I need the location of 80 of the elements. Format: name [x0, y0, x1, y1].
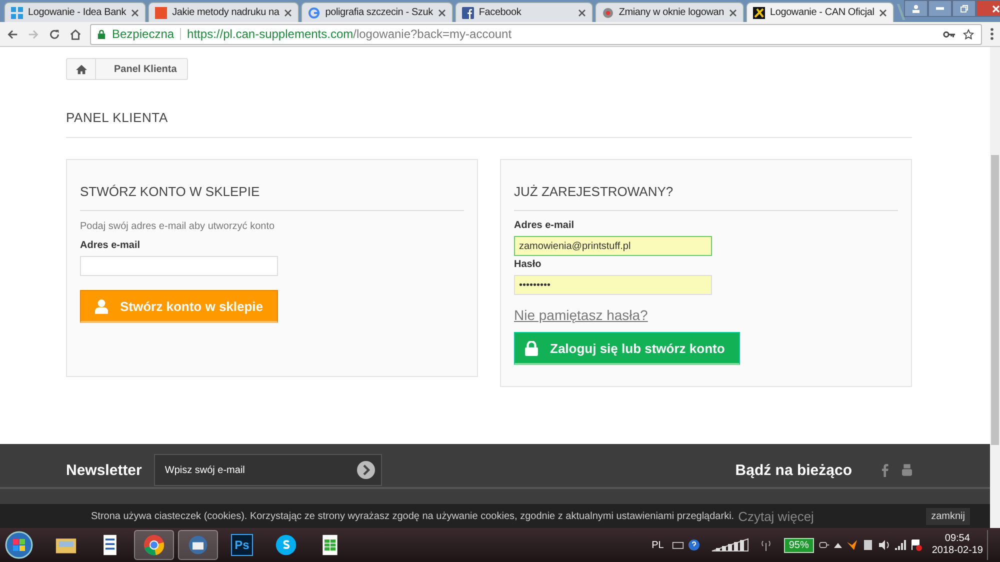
google-icon — [308, 6, 320, 18]
close-icon[interactable] — [728, 8, 737, 16]
reload-icon[interactable] — [48, 28, 61, 40]
date-text: 2018-02-19 — [932, 545, 983, 557]
cookie-text: Strona używa ciasteczek (cookies). Korzystając ze strony wyrażasz zgodę na używanie cookies, zgodnie z aktualnymi ustawieniami przeglądarki. — [91, 510, 734, 522]
clock[interactable]: 09:54 2018-02-19 — [932, 533, 983, 557]
caret-icon[interactable] — [834, 542, 842, 548]
taskbar-app[interactable]: Ps — [222, 530, 262, 560]
minimize-icon — [936, 7, 944, 10]
skype-icon — [275, 534, 297, 556]
restore-button[interactable] — [952, 0, 976, 17]
minimize-button[interactable] — [928, 0, 952, 17]
security-label: Bezpieczna — [112, 27, 174, 41]
browser-tab[interactable]: Zmiany w oknie logowan — [594, 2, 744, 22]
field-label: Adres e-mail — [80, 240, 140, 251]
square-icon — [155, 6, 168, 18]
key-icon[interactable] — [943, 28, 956, 40]
taskbar-app[interactable] — [134, 530, 174, 560]
start-button[interactable] — [4, 530, 34, 560]
help-icon[interactable] — [688, 539, 700, 551]
close-icon[interactable] — [879, 8, 888, 16]
close-icon[interactable] — [284, 8, 292, 16]
field-label: Adres e-mail — [514, 220, 574, 231]
email-field[interactable]: zamowienia@printstuff.pl — [514, 236, 712, 256]
flag-icon[interactable] — [910, 539, 922, 551]
star-icon[interactable] — [962, 28, 975, 40]
language-indicator[interactable]: PL — [652, 540, 664, 550]
mail-bird-icon — [187, 534, 209, 556]
close-icon — [991, 4, 1000, 14]
browser-tab[interactable]: poligrafia szczecin - Szuk — [301, 2, 453, 22]
home-icon[interactable] — [69, 28, 82, 40]
panel-title: JUŻ ZAREJESTROWANY? — [514, 184, 898, 211]
browser-tab[interactable]: Logowanie - Idea Bank — [4, 2, 146, 22]
signal-icon[interactable] — [710, 537, 750, 553]
url-text: https://pl.can-supplements.com/logowanie?back=my-account — [187, 27, 512, 41]
chrome-icon — [143, 534, 165, 556]
back-icon[interactable] — [6, 28, 19, 40]
tiles-icon — [11, 6, 23, 18]
browser-tab[interactable]: Jakie metody nadruku na — [148, 2, 300, 22]
time-text: 09:54 — [944, 533, 970, 545]
scrollbar[interactable] — [990, 47, 1000, 528]
circle-icon — [602, 6, 614, 18]
profile-button[interactable] — [904, 0, 928, 17]
device-icon[interactable] — [862, 539, 874, 551]
restore-icon — [959, 4, 970, 14]
forgot-password-link[interactable]: Nie pamiętasz hasła? — [514, 307, 648, 323]
close-icon[interactable] — [578, 8, 586, 16]
speaker-icon[interactable] — [878, 539, 890, 551]
battery-indicator[interactable]: 95% — [784, 538, 814, 552]
user-icon — [95, 298, 108, 314]
antenna-icon[interactable] — [760, 539, 772, 551]
menu-icon[interactable] — [990, 27, 994, 41]
close-icon[interactable] — [131, 8, 140, 16]
person-icon — [911, 4, 922, 14]
read-more-link[interactable]: Czytaj więcej — [738, 508, 814, 524]
lock-icon — [97, 28, 106, 40]
field-label: Hasło — [514, 259, 542, 270]
browser-tab[interactable]: Facebook — [454, 2, 593, 22]
social-title: Bądź na bieżąco — [735, 462, 852, 478]
home-icon — [74, 64, 88, 74]
keyboard-icon[interactable] — [672, 539, 684, 551]
breadcrumb-item: Panel Klienta — [113, 64, 178, 74]
browser-tab[interactable]: Logowanie - CAN Oficjal — [746, 2, 894, 22]
hint-text: Podaj swój adres e-mail aby utworzyć konto — [80, 221, 275, 232]
facebook-icon — [462, 6, 474, 18]
logo-icon — [752, 6, 765, 18]
email-field[interactable] — [80, 256, 278, 276]
lock-icon — [525, 340, 538, 356]
newsletter-field[interactable]: Wpisz swój e-mail — [154, 454, 382, 486]
network-icon[interactable] — [894, 539, 906, 551]
panel-title: STWÓRZ KONTO W SKLEPIE — [80, 184, 464, 211]
password-field[interactable]: ••••••••• — [514, 275, 712, 295]
taskbar-app[interactable] — [178, 530, 218, 560]
close-button[interactable]: zamknij — [926, 508, 970, 524]
page-title: PANEL KLIENTA — [66, 110, 912, 138]
newsletter-title: Newsletter — [66, 462, 142, 478]
plug-icon[interactable] — [818, 539, 830, 551]
facebook-icon[interactable] — [880, 463, 890, 477]
close-icon[interactable] — [438, 8, 446, 16]
address-bar[interactable]: Bezpieczna https://pl.can-supplements.com/logowanie?back=my-account — [90, 24, 982, 44]
